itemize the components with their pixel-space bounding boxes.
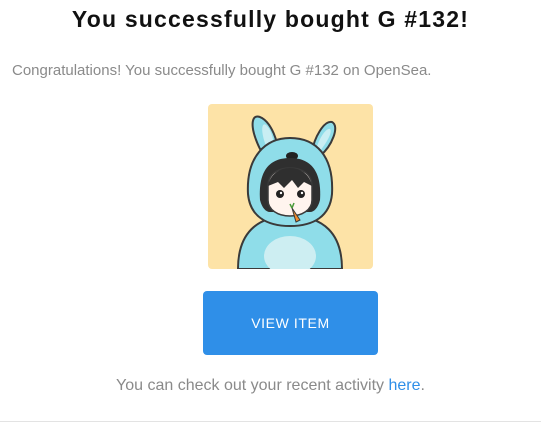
here-link[interactable]: here <box>388 377 420 394</box>
nft-image[interactable] <box>208 104 373 269</box>
email-body: You successfully bought G #132! Congratu… <box>0 0 541 430</box>
congratulations-message: Congratulations! You successfully bought… <box>12 62 432 79</box>
divider <box>0 421 541 422</box>
page-title: You successfully bought G #132! <box>71 6 470 32</box>
bunny-character-icon <box>236 115 344 269</box>
recent-activity-text: You can check out your recent activity h… <box>0 377 541 395</box>
footer-prefix: You can check out your recent activity <box>116 377 389 394</box>
view-item-button[interactable]: VIEW ITEM <box>203 291 378 355</box>
footer-suffix: . <box>420 377 425 394</box>
